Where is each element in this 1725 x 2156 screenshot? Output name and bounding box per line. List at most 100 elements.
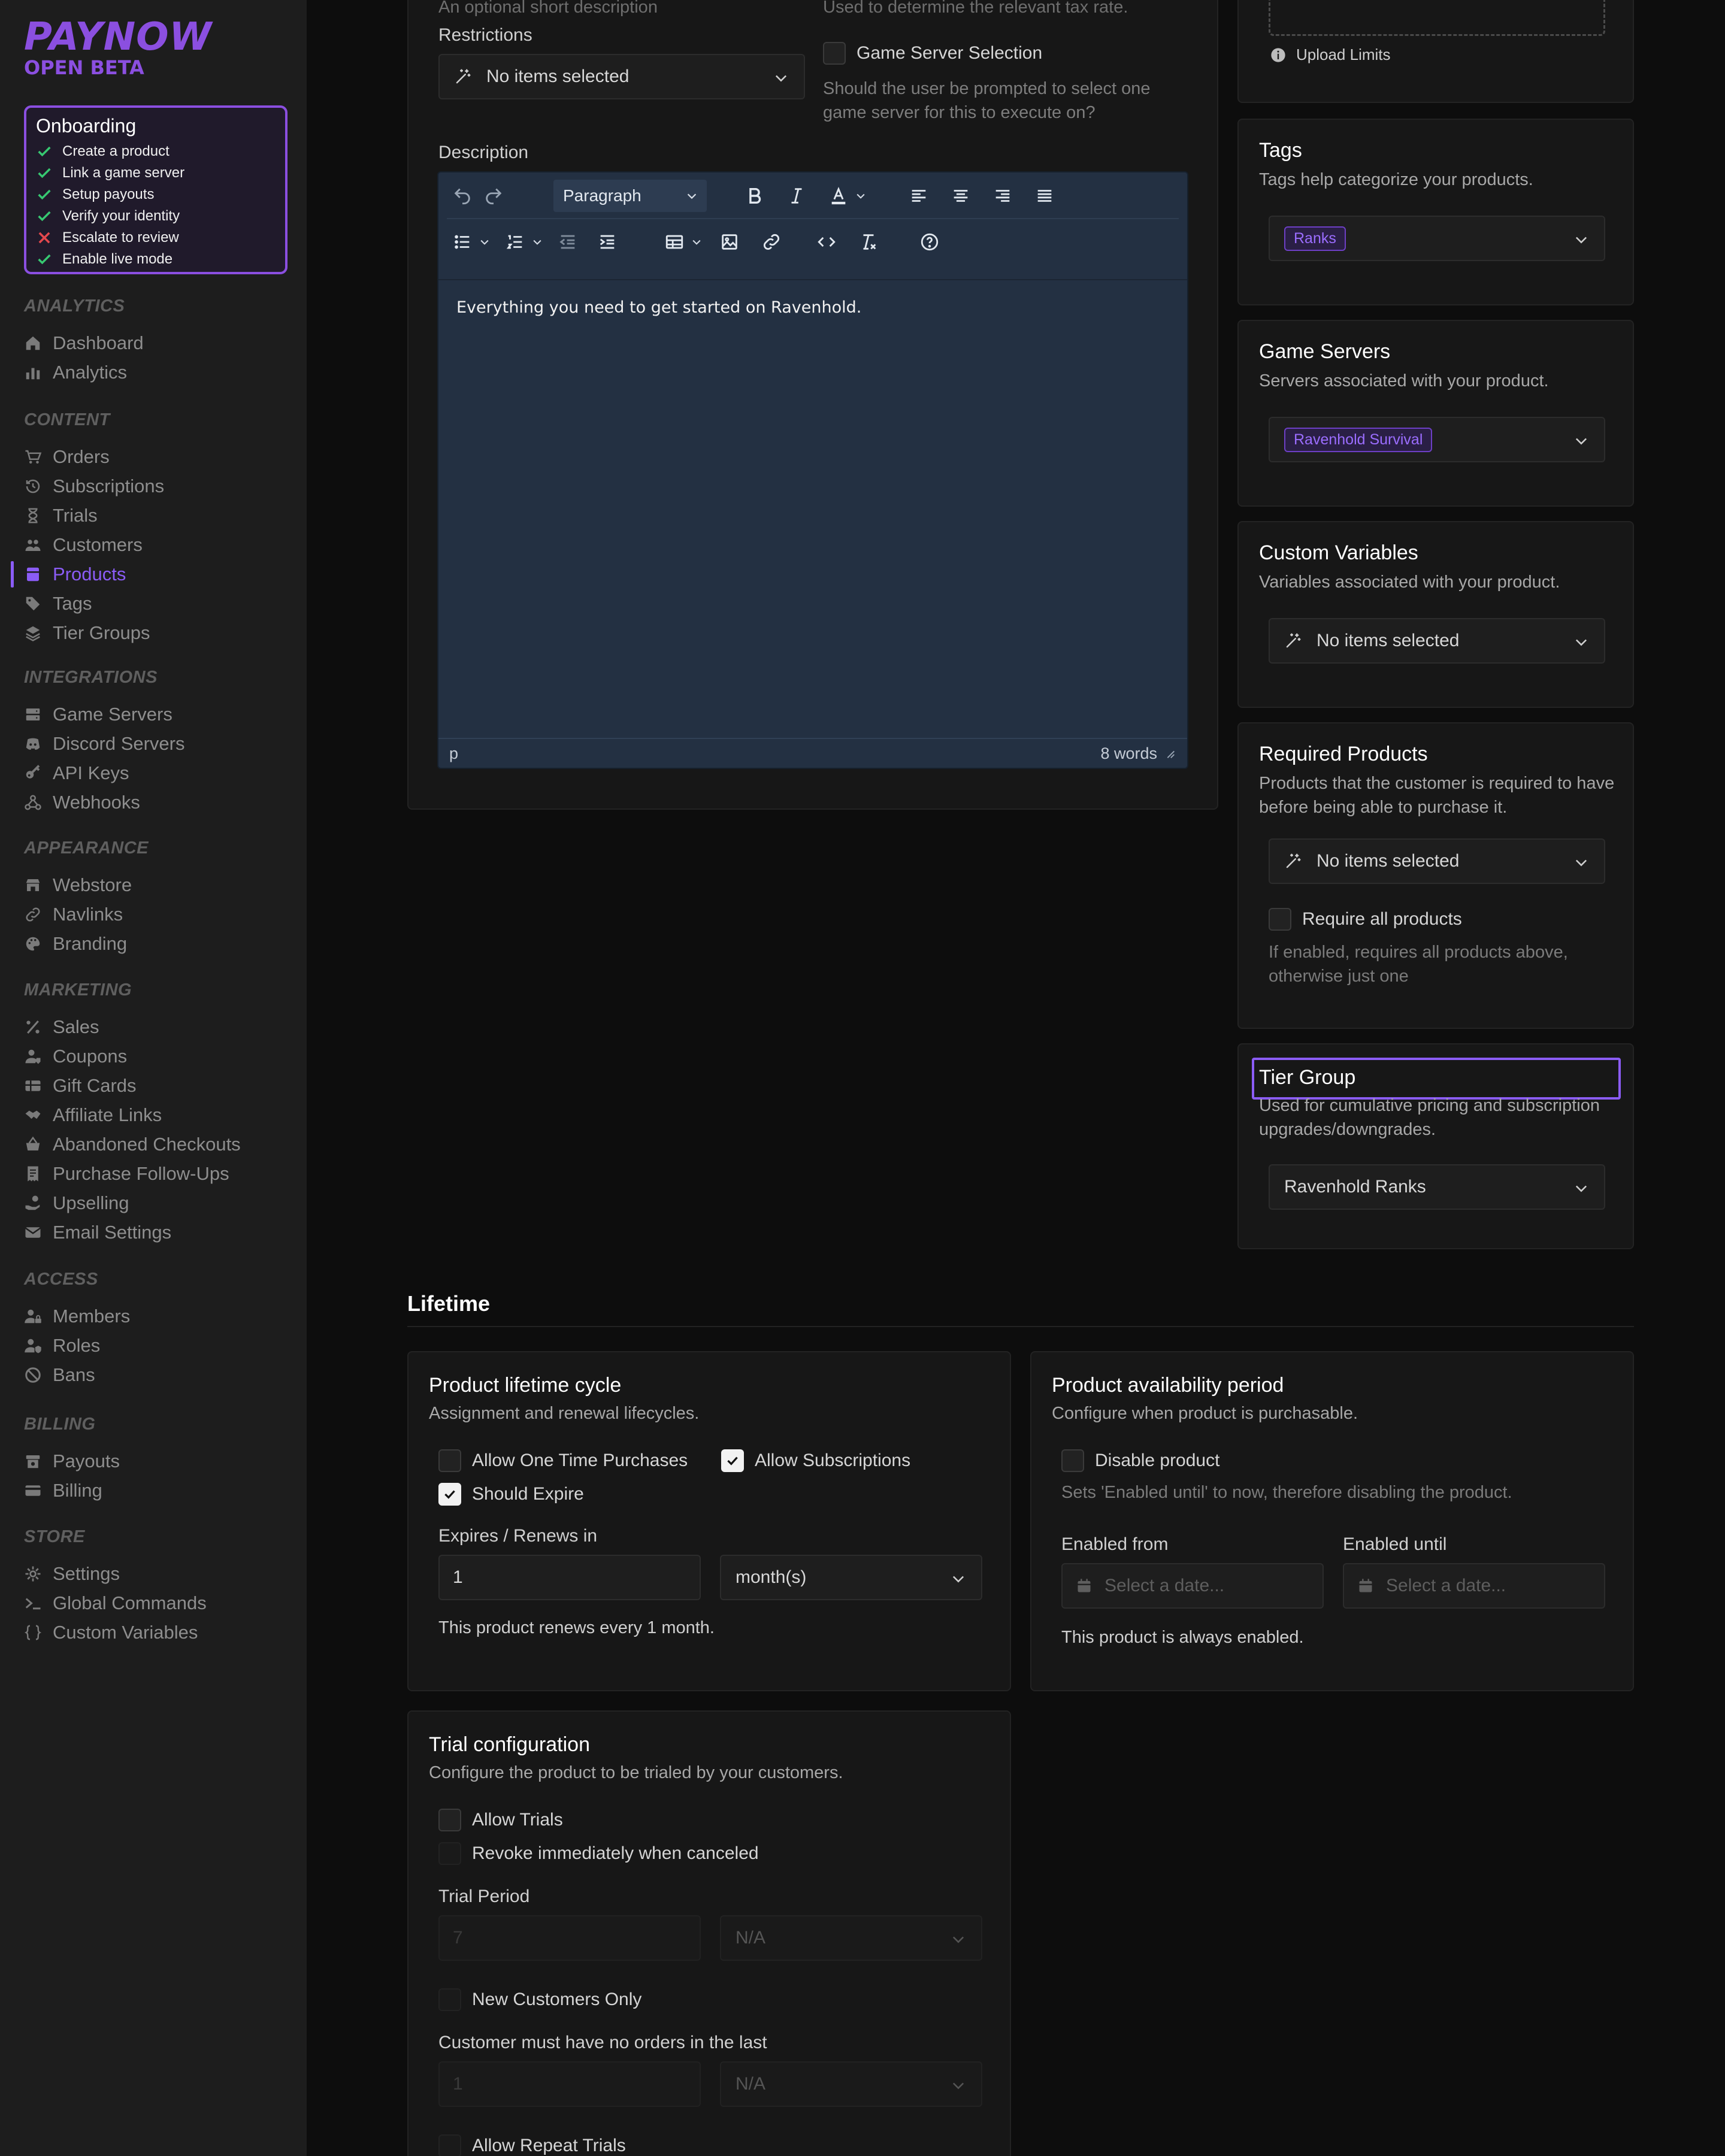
sidebar-item-dashboard[interactable]: Dashboard <box>24 330 144 356</box>
align-left-icon[interactable] <box>903 180 934 211</box>
chevron-down-icon[interactable] <box>478 226 491 258</box>
game-server-selection-checkbox[interactable] <box>823 42 846 65</box>
sidebar-item-webhooks[interactable]: Webhooks <box>24 789 140 816</box>
sidebar-item-navlinks[interactable]: Navlinks <box>24 901 123 928</box>
rich-text-editor[interactable]: Paragraph Everything you need to get sta… <box>437 171 1188 769</box>
expires-unit-select[interactable]: month(s) <box>720 1555 982 1600</box>
upload-limits-link[interactable]: Upload Limits <box>1296 46 1391 64</box>
bold-icon[interactable] <box>739 180 770 211</box>
enabled-from-date-input[interactable]: Select a date... <box>1061 1563 1324 1609</box>
sidebar-item-subscriptions[interactable]: Subscriptions <box>24 473 164 499</box>
sidebar-item-analytics[interactable]: Analytics <box>24 359 127 386</box>
sidebar-item-customers[interactable]: Customers <box>24 532 143 558</box>
code-icon[interactable] <box>811 226 842 258</box>
sidebar-item-tags[interactable]: Tags <box>24 591 92 617</box>
table-icon[interactable] <box>659 226 690 258</box>
align-center-icon[interactable] <box>945 180 976 211</box>
sidebar-item-branding[interactable]: Branding <box>24 931 127 957</box>
no-orders-unit-select[interactable]: N/A <box>720 2061 982 2107</box>
one-time-purchases-label: Allow One Time Purchases <box>472 1451 688 1470</box>
redo-icon[interactable] <box>478 180 509 211</box>
sidebar-item-bans[interactable]: Bans <box>24 1362 95 1388</box>
disable-product-checkbox[interactable] <box>1061 1449 1084 1472</box>
align-right-icon[interactable] <box>987 180 1018 211</box>
custom-variables-select[interactable]: No items selected <box>1269 618 1605 664</box>
tags-select[interactable]: Ranks <box>1269 216 1605 261</box>
text-color-icon[interactable] <box>823 180 854 211</box>
image-icon[interactable] <box>714 226 745 258</box>
sidebar-item-upselling[interactable]: Upselling <box>24 1190 129 1216</box>
editor-content[interactable]: Everything you need to get started on Ra… <box>438 279 1187 737</box>
sidebar-item-coupons[interactable]: Coupons <box>24 1043 127 1070</box>
sidebar-item-settings[interactable]: Settings <box>24 1561 120 1587</box>
sidebar-item-trials[interactable]: Trials <box>24 502 98 529</box>
link-icon[interactable] <box>756 226 787 258</box>
sidebar-item-discord-servers[interactable]: Discord Servers <box>24 731 185 757</box>
sidebar-item-billing[interactable]: Billing <box>24 1477 102 1504</box>
revoke-immediately-checkbox[interactable] <box>438 1842 461 1865</box>
onboarding-item[interactable]: Verify your identity <box>36 205 276 227</box>
onboarding-item[interactable]: Escalate to review <box>36 227 276 249</box>
sidebar-item-global-commands[interactable]: Global Commands <box>24 1590 207 1616</box>
onboarding-item[interactable]: Create a product <box>36 141 276 162</box>
allow-subscriptions-checkbox[interactable] <box>721 1449 744 1472</box>
allow-trials-checkbox[interactable] <box>438 1809 461 1831</box>
trial-period-input[interactable]: 7 <box>438 1915 701 1961</box>
restrictions-select[interactable]: No items selected <box>438 54 805 99</box>
no-orders-input[interactable]: 1 <box>438 2061 701 2107</box>
resize-handle-icon[interactable] <box>1163 747 1176 760</box>
game-servers-select[interactable]: Ravenhold Survival <box>1269 417 1605 462</box>
block-format-select[interactable]: Paragraph <box>553 180 707 212</box>
sidebar-item-roles[interactable]: Roles <box>24 1333 100 1359</box>
onboarding-item[interactable]: Enable live mode <box>36 249 276 270</box>
sidebar-item-members[interactable]: Members <box>24 1303 130 1330</box>
sidebar-item-affiliate-links[interactable]: Affiliate Links <box>24 1102 162 1128</box>
sidebar-item-custom-variables[interactable]: Custom Variables <box>24 1619 198 1646</box>
onboarding-checklist[interactable]: Onboarding Create a product Link a game s… <box>24 105 288 274</box>
expires-quantity-input[interactable]: 1 <box>438 1555 701 1600</box>
sidebar-item-webstore[interactable]: Webstore <box>24 872 132 898</box>
sidebar-item-products[interactable]: Products <box>24 561 126 588</box>
sidebar-item-orders[interactable]: Orders <box>24 444 110 470</box>
outdent-icon[interactable] <box>552 226 583 258</box>
sidebar-item-gift-cards[interactable]: Gift Cards <box>24 1073 137 1099</box>
help-icon[interactable] <box>914 226 945 258</box>
indent-icon[interactable] <box>592 226 623 258</box>
editor-element-path[interactable]: p <box>449 744 458 763</box>
trial-period-unit-select[interactable]: N/A <box>720 1915 982 1961</box>
required-products-select[interactable]: No items selected <box>1269 838 1605 884</box>
allow-repeat-trials-checkbox[interactable] <box>438 2134 461 2156</box>
chevron-down-icon[interactable] <box>854 180 867 211</box>
numbered-list-icon[interactable] <box>500 226 531 258</box>
sidebar-item-email-settings[interactable]: Email Settings <box>24 1219 171 1246</box>
upload-dropzone[interactable] <box>1269 0 1605 36</box>
tag-chip[interactable]: Ranks <box>1284 226 1346 251</box>
italic-icon[interactable] <box>781 180 812 211</box>
sidebar-item-purchase-follow-ups[interactable]: Purchase Follow-Ups <box>24 1161 229 1187</box>
tier-group-select[interactable]: Ravenhold Ranks <box>1269 1164 1605 1210</box>
bullet-list-icon[interactable] <box>447 226 478 258</box>
one-time-purchases-checkbox[interactable] <box>438 1449 461 1472</box>
game-server-chip[interactable]: Ravenhold Survival <box>1284 427 1433 452</box>
enabled-until-date-input[interactable]: Select a date... <box>1343 1563 1605 1609</box>
require-all-products-checkbox[interactable] <box>1269 908 1291 931</box>
chevron-down-icon[interactable] <box>531 226 544 258</box>
undo-icon[interactable] <box>447 180 478 211</box>
check-icon <box>38 254 51 265</box>
clear-formatting-icon[interactable] <box>853 226 884 258</box>
sidebar-item-api-keys[interactable]: API Keys <box>24 760 129 786</box>
description-label: Description <box>438 143 529 162</box>
chevron-down-icon[interactable] <box>690 226 703 258</box>
sidebar-item-game-servers[interactable]: Game Servers <box>24 701 172 728</box>
sidebar-item-sales[interactable]: Sales <box>24 1014 99 1040</box>
new-customers-only-checkbox[interactable] <box>438 1988 461 2011</box>
onboarding-item[interactable]: Link a game server <box>36 162 276 184</box>
sidebar-item-tier-groups[interactable]: Tier Groups <box>24 620 150 646</box>
should-expire-checkbox[interactable] <box>438 1483 461 1506</box>
sidebar-item-abandoned-checkouts[interactable]: Abandoned Checkouts <box>24 1131 241 1158</box>
logo[interactable]: PAYNOW OPEN BETA <box>24 16 212 79</box>
align-justify-icon[interactable] <box>1029 180 1060 211</box>
sidebar-item-payouts[interactable]: Payouts <box>24 1448 120 1474</box>
onboarding-item[interactable]: Setup payouts <box>36 184 276 205</box>
editor-word-count[interactable]: 8 words <box>1100 744 1157 763</box>
